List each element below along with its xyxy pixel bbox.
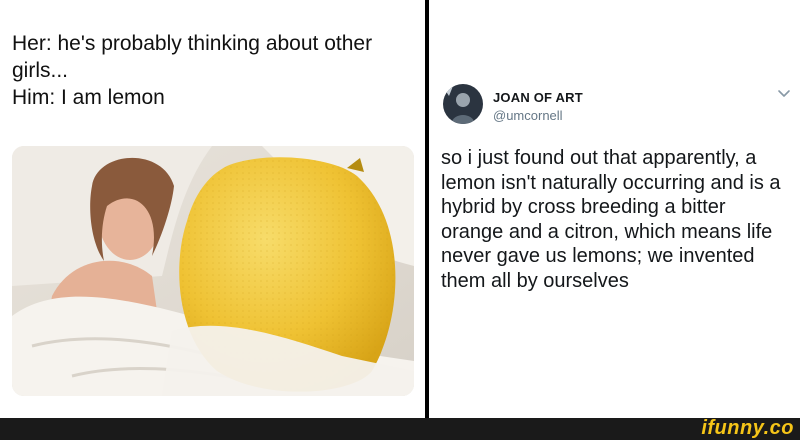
meme-panel: Her: he's probably thinking about other … — [0, 0, 425, 418]
user-handle[interactable]: @umcornell — [493, 108, 563, 123]
meme-caption: Her: he's probably thinking about other … — [12, 30, 412, 111]
caption-line-2: girls... — [12, 59, 69, 82]
meme-photo — [12, 146, 414, 396]
tweet-card: JOAN OF ART @umcornell so i just found o… — [429, 0, 800, 418]
bed-lemon-illustration — [12, 146, 414, 396]
footer-bar — [0, 418, 800, 440]
avatar-image — [443, 84, 483, 124]
display-name[interactable]: JOAN OF ART — [493, 90, 583, 105]
caption-line-1: Her: he's probably thinking about other — [12, 32, 373, 55]
tweet-text: so i just found out that apparently, a l… — [441, 147, 781, 292]
chevron-down-icon[interactable] — [777, 86, 791, 100]
ifunny-watermark: ifunny.co — [701, 417, 794, 439]
caption-line-3: Him: I am lemon — [12, 86, 165, 109]
avatar[interactable] — [443, 84, 483, 124]
